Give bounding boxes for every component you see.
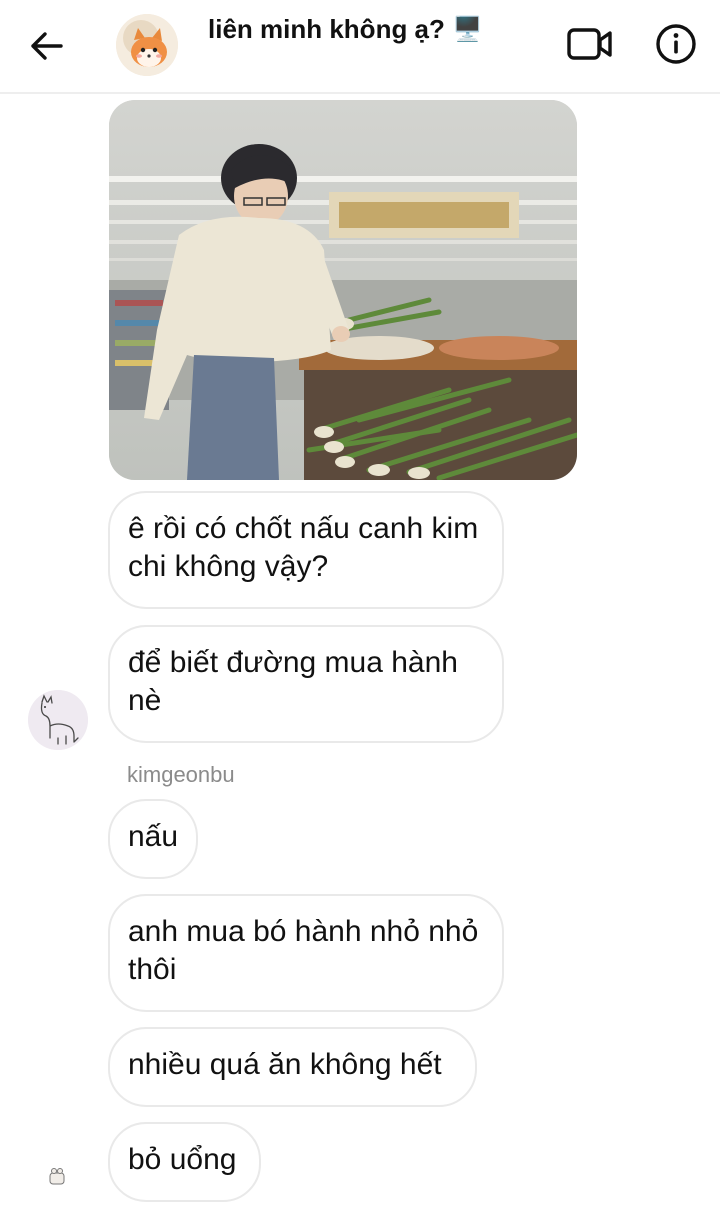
alpaca-avatar-icon: [28, 690, 88, 750]
info-icon: [656, 24, 696, 64]
message-text: anh mua bó hành nhỏ nhỏ thôi: [128, 915, 479, 986]
info-button[interactable]: [652, 22, 700, 66]
group-avatar[interactable]: [116, 14, 178, 76]
sender-avatar[interactable]: [28, 690, 88, 750]
message-text: ê rồi có chốt nấu canh kim chi không vậy…: [128, 512, 479, 583]
message-bubble[interactable]: anh mua bó hành nhỏ nhỏ thôi: [108, 894, 504, 1012]
fox-avatar-icon: [116, 14, 178, 76]
sender-name-label: kimgeonbu: [127, 762, 235, 787]
message-bubble[interactable]: để biết đường mua hành nè: [108, 625, 504, 743]
computer-icon: 🖥️: [452, 16, 483, 43]
chat-header: liên minh không ạ? 🖥️: [0, 0, 720, 94]
video-call-button[interactable]: [566, 22, 614, 66]
chat-title[interactable]: liên minh không ạ? 🖥️: [208, 14, 483, 45]
seen-indicator: [47, 1165, 67, 1187]
arrow-left-icon: [31, 32, 63, 60]
shared-photo[interactable]: [109, 100, 577, 480]
message-text: nấu: [128, 820, 179, 853]
video-camera-icon: [567, 28, 612, 60]
message-text: để biết đường mua hành nè: [128, 646, 458, 717]
photo-supermarket-scene: [109, 100, 577, 480]
back-button[interactable]: [22, 22, 70, 70]
message-bubble[interactable]: nhiều quá ăn không hết: [108, 1027, 477, 1107]
chat-title-text: liên minh không ạ?: [208, 14, 445, 44]
message-bubble[interactable]: ê rồi có chốt nấu canh kim chi không vậy…: [108, 491, 504, 609]
message-bubble[interactable]: bỏ uổng: [108, 1122, 261, 1202]
message-text: bỏ uổng: [128, 1143, 237, 1176]
message-bubble[interactable]: nấu: [108, 799, 198, 879]
seen-avatar-icon: [49, 1168, 65, 1185]
message-text: nhiều quá ăn không hết: [128, 1048, 442, 1081]
